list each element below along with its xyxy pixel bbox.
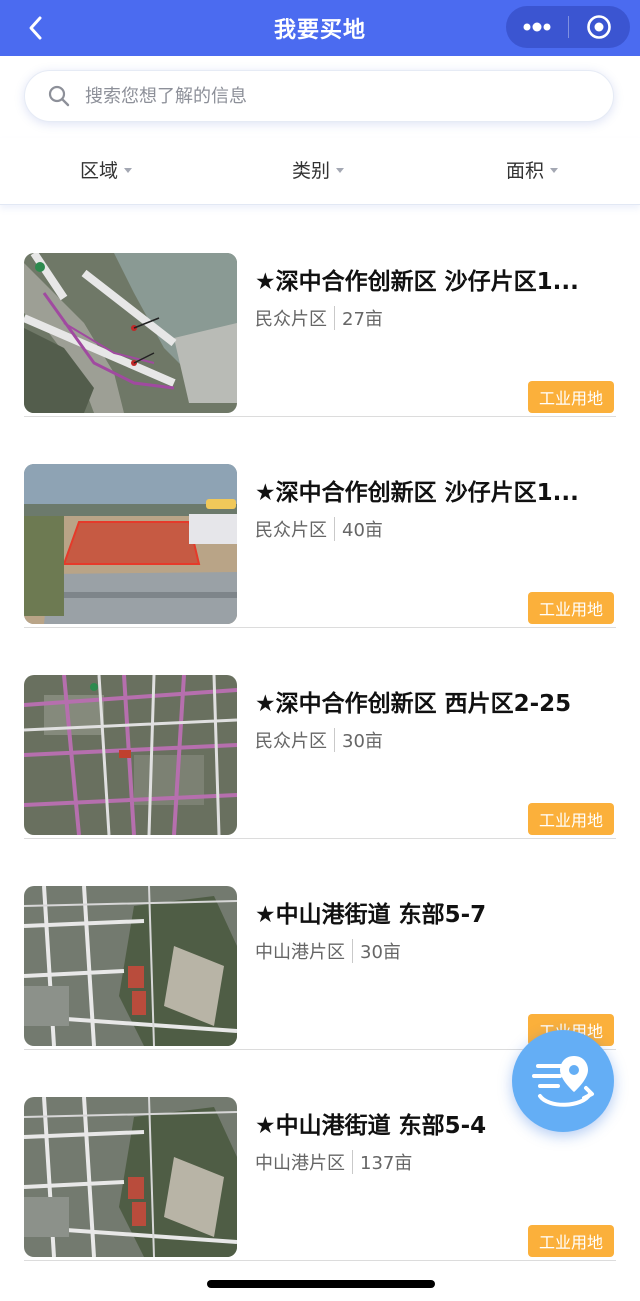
listing-district: 中山港片区 bbox=[255, 942, 345, 963]
filter-type[interactable]: 类别 bbox=[292, 156, 345, 183]
filter-region[interactable]: 区域 bbox=[80, 156, 133, 183]
list-item[interactable]: ★深中合作创新区 沙仔片区1... 民众片区 40亩 工业用地 bbox=[24, 417, 616, 628]
filter-bar: 区域 类别 面积 bbox=[0, 138, 640, 205]
caret-down-icon bbox=[124, 168, 133, 173]
listing-district: 民众片区 bbox=[255, 309, 327, 330]
listing-meta: 民众片区 30亩 bbox=[255, 727, 383, 753]
listing-thumbnail bbox=[24, 464, 237, 624]
listing-meta: 中山港片区 137亩 bbox=[255, 1149, 412, 1175]
listing-district: 民众片区 bbox=[255, 520, 327, 541]
listing-title: ★中山港街道 东部5-7 bbox=[255, 902, 487, 928]
listing-district: 中山港片区 bbox=[255, 1153, 345, 1174]
listing-thumbnail bbox=[24, 675, 237, 835]
listing-title: ★深中合作创新区 西片区2-25 bbox=[255, 691, 572, 717]
list-item[interactable]: ★深中合作创新区 西片区2-25 民众片区 30亩 工业用地 bbox=[24, 628, 616, 839]
filter-area-label: 面积 bbox=[506, 160, 545, 182]
listing-title: ★深中合作创新区 沙仔片区1... bbox=[255, 480, 579, 506]
list-item[interactable]: ★中山港街道 东部5-7 中山港片区 30亩 工业用地 bbox=[24, 839, 616, 1050]
listing-district: 民众片区 bbox=[255, 731, 327, 752]
search-icon bbox=[47, 84, 71, 108]
more-dots-icon bbox=[523, 22, 551, 32]
filter-region-label: 区域 bbox=[80, 160, 119, 182]
listing-size: 30亩 bbox=[342, 731, 383, 752]
land-type-badge: 工业用地 bbox=[528, 803, 614, 835]
more-button[interactable] bbox=[506, 6, 568, 48]
land-type-badge: 工业用地 bbox=[528, 1225, 614, 1257]
listing-size: 30亩 bbox=[360, 942, 401, 963]
listing-thumbnail bbox=[24, 1097, 237, 1257]
meta-divider bbox=[334, 306, 335, 330]
meta-divider bbox=[334, 728, 335, 752]
home-indicator bbox=[207, 1280, 435, 1288]
listing-thumbnail bbox=[24, 253, 237, 413]
land-type-badge: 工业用地 bbox=[528, 592, 614, 624]
target-close-icon bbox=[587, 15, 612, 39]
land-type-badge: 工业用地 bbox=[528, 381, 614, 413]
listing-meta: 民众片区 27亩 bbox=[255, 305, 383, 331]
map-location-icon bbox=[532, 1056, 594, 1107]
close-button[interactable] bbox=[569, 6, 631, 48]
map-location-button[interactable] bbox=[512, 1030, 614, 1132]
search-input[interactable] bbox=[83, 84, 567, 108]
mini-program-capsule bbox=[506, 6, 630, 48]
listing-title: ★深中合作创新区 沙仔片区1... bbox=[255, 269, 579, 295]
search-bar[interactable] bbox=[24, 70, 614, 122]
listing-size: 137亩 bbox=[360, 1153, 413, 1174]
listing-size: 27亩 bbox=[342, 309, 383, 330]
list-item[interactable]: ★深中合作创新区 沙仔片区1... 民众片区 27亩 工业用地 bbox=[24, 206, 616, 417]
filter-area[interactable]: 面积 bbox=[506, 156, 559, 183]
listing-meta: 中山港片区 30亩 bbox=[255, 938, 401, 964]
caret-down-icon bbox=[336, 168, 345, 173]
listing-thumbnail bbox=[24, 886, 237, 1046]
meta-divider bbox=[352, 939, 353, 963]
top-nav-bar: 我要买地 bbox=[0, 0, 640, 56]
listing-meta: 民众片区 40亩 bbox=[255, 516, 383, 542]
listing-size: 40亩 bbox=[342, 520, 383, 541]
meta-divider bbox=[334, 517, 335, 541]
filter-type-label: 类别 bbox=[292, 160, 331, 182]
back-button[interactable] bbox=[18, 10, 54, 46]
meta-divider bbox=[352, 1150, 353, 1174]
caret-down-icon bbox=[550, 168, 559, 173]
page-title: 我要买地 bbox=[273, 18, 366, 43]
chevron-left-icon bbox=[29, 16, 42, 40]
